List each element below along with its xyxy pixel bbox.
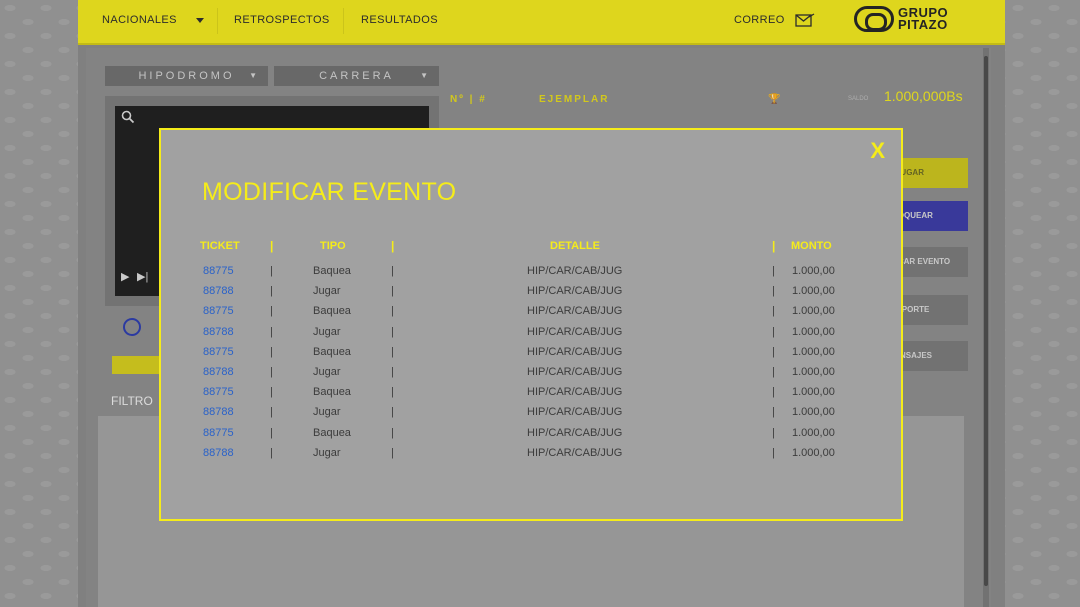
tipo-cell: Jugar (313, 285, 341, 298)
cell-divider: | (270, 446, 273, 459)
cell-divider: | (391, 305, 394, 318)
monto-cell: 1.000,00 (792, 345, 835, 358)
table-row[interactable]: 88775 | Baquea | HIP/CAR/CAB/JUG | 1.000,00 (161, 346, 901, 366)
header-divider: | (772, 239, 776, 253)
cell-divider: | (772, 406, 775, 419)
cell-divider: | (772, 386, 775, 399)
cell-divider: | (772, 325, 775, 338)
header-detalle: DETALLE (550, 240, 600, 252)
monto-cell: 1.000,00 (792, 366, 835, 378)
table-row[interactable]: 88775 | Baquea | HIP/CAR/CAB/JUG | 1.000,00 (161, 427, 901, 447)
tipo-cell: Jugar (313, 446, 341, 459)
monto-cell: 1.000,00 (792, 285, 835, 298)
monto-cell: 1.000,00 (792, 386, 835, 399)
detalle-cell: HIP/CAR/CAB/JUG (527, 426, 623, 439)
table-row[interactable]: 88788 | Jugar | HIP/CAR/CAB/JUG | 1.000,00 (161, 326, 901, 346)
cell-divider: | (270, 386, 273, 399)
cell-divider: | (772, 305, 775, 318)
table-row[interactable]: 88788 | Jugar | HIP/CAR/CAB/JUG | 1.000,00 (161, 285, 901, 305)
cell-divider: | (391, 406, 394, 419)
tipo-cell: Baquea (313, 345, 351, 358)
tipo-cell: Baquea (313, 426, 351, 439)
ticket-link[interactable]: 88775 (203, 386, 234, 398)
cell-divider: | (270, 345, 273, 358)
detalle-cell: HIP/CAR/CAB/JUG (527, 366, 623, 378)
cell-divider: | (772, 265, 775, 277)
cell-divider: | (772, 366, 775, 378)
header-divider: | (391, 239, 395, 253)
monto-cell: 1.000,00 (792, 406, 835, 419)
cell-divider: | (772, 285, 775, 298)
close-button[interactable]: X (870, 138, 885, 164)
cell-divider: | (772, 426, 775, 439)
cell-divider: | (391, 345, 394, 358)
table-row[interactable]: 88788 | Jugar | HIP/CAR/CAB/JUG | 1.000,00 (161, 366, 901, 386)
cell-divider: | (270, 305, 273, 318)
cell-divider: | (391, 325, 394, 338)
cell-divider: | (391, 265, 394, 277)
detalle-cell: HIP/CAR/CAB/JUG (527, 285, 623, 298)
cell-divider: | (391, 426, 394, 439)
detalle-cell: HIP/CAR/CAB/JUG (527, 406, 623, 419)
detalle-cell: HIP/CAR/CAB/JUG (527, 345, 623, 358)
ticket-link[interactable]: 88788 (203, 447, 234, 459)
tipo-cell: Jugar (313, 366, 341, 378)
cell-divider: | (270, 366, 273, 378)
table-row[interactable]: 88775 | Baquea | HIP/CAR/CAB/JUG | 1.000,00 (161, 386, 901, 406)
modificar-evento-modal: X MODIFICAR EVENTO TICKET | TIPO | DETAL… (159, 128, 903, 521)
header-monto: MONTO (791, 240, 832, 252)
table-row[interactable]: 88775 | Baquea | HIP/CAR/CAB/JUG | 1.000,00 (161, 305, 901, 325)
ticket-link[interactable]: 88788 (203, 326, 234, 338)
modal-title: MODIFICAR EVENTO (202, 178, 457, 206)
ticket-link[interactable]: 88775 (203, 346, 234, 358)
tipo-cell: Jugar (313, 406, 341, 419)
cell-divider: | (391, 285, 394, 298)
header-ticket: TICKET (200, 240, 240, 252)
detalle-cell: HIP/CAR/CAB/JUG (527, 386, 623, 399)
cell-divider: | (270, 265, 273, 277)
monto-cell: 1.000,00 (792, 305, 835, 318)
tipo-cell: Baquea (313, 386, 351, 399)
table-row[interactable]: 88788 | Jugar | HIP/CAR/CAB/JUG | 1.000,00 (161, 447, 901, 467)
table-row[interactable]: 88788 | Jugar | HIP/CAR/CAB/JUG | 1.000,00 (161, 406, 901, 426)
ticket-link[interactable]: 88788 (203, 366, 234, 378)
header-tipo: TIPO (320, 240, 346, 252)
cell-divider: | (270, 285, 273, 298)
cell-divider: | (772, 345, 775, 358)
detalle-cell: HIP/CAR/CAB/JUG (527, 265, 623, 277)
detalle-cell: HIP/CAR/CAB/JUG (527, 325, 623, 338)
ticket-link[interactable]: 88788 (203, 285, 234, 297)
tipo-cell: Jugar (313, 325, 341, 338)
ticket-link[interactable]: 88775 (203, 305, 234, 317)
cell-divider: | (270, 426, 273, 439)
monto-cell: 1.000,00 (792, 426, 835, 439)
cell-divider: | (270, 406, 273, 419)
cell-divider: | (391, 366, 394, 378)
ticket-link[interactable]: 88775 (203, 265, 234, 277)
detalle-cell: HIP/CAR/CAB/JUG (527, 305, 623, 318)
ticket-link[interactable]: 88775 (203, 427, 234, 439)
ticket-link[interactable]: 88788 (203, 406, 234, 418)
monto-cell: 1.000,00 (792, 325, 835, 338)
cell-divider: | (391, 446, 394, 459)
cell-divider: | (391, 386, 394, 399)
tipo-cell: Baquea (313, 305, 351, 318)
detalle-cell: HIP/CAR/CAB/JUG (527, 446, 623, 459)
header-divider: | (270, 239, 274, 253)
cell-divider: | (270, 325, 273, 338)
cell-divider: | (772, 446, 775, 459)
table-row[interactable]: 88775 | Baquea | HIP/CAR/CAB/JUG | 1.000,00 (161, 265, 901, 285)
monto-cell: 1.000,00 (792, 446, 835, 459)
monto-cell: 1.000,00 (792, 265, 835, 277)
tipo-cell: Baquea (313, 265, 351, 277)
